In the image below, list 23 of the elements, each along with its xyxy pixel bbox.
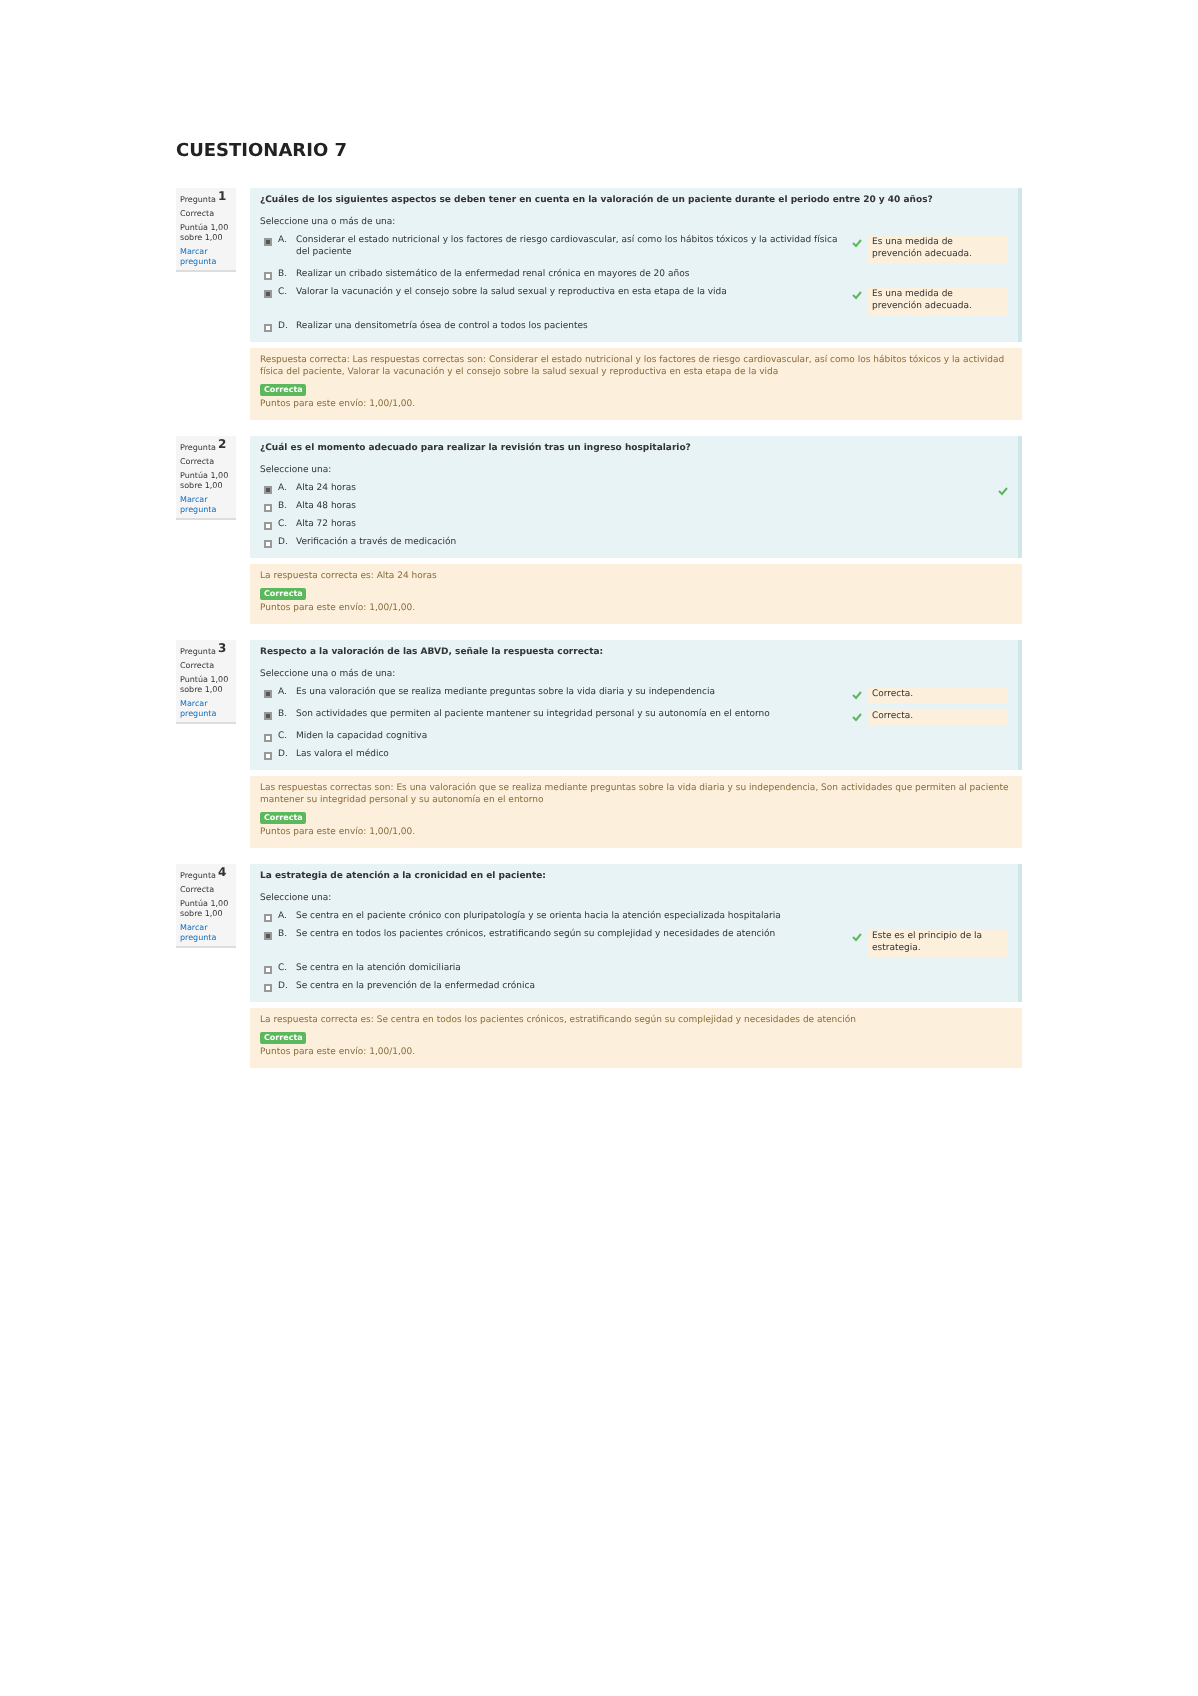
option-checkbox[interactable]	[264, 689, 272, 697]
page-title: CUESTIONARIO 7	[176, 140, 350, 166]
option-checkbox[interactable]	[264, 751, 272, 759]
check-icon	[852, 289, 862, 299]
option-checkbox[interactable]	[264, 485, 272, 493]
option-checkbox[interactable]	[264, 983, 272, 991]
option-checkbox[interactable]	[264, 289, 272, 297]
option-checkbox[interactable]	[264, 913, 272, 921]
option-checkbox[interactable]	[264, 323, 272, 331]
option-checkbox[interactable]	[264, 503, 272, 511]
option-checkbox[interactable]	[264, 521, 272, 529]
check-icon	[998, 485, 1008, 495]
option-checkbox[interactable]	[264, 271, 272, 279]
check-icon	[852, 689, 862, 699]
option-checkbox[interactable]	[264, 931, 272, 939]
option-checkbox[interactable]	[264, 965, 272, 973]
check-icon	[852, 711, 862, 721]
option-checkbox[interactable]	[264, 237, 272, 245]
option-checkbox[interactable]	[264, 733, 272, 741]
option-checkbox[interactable]	[264, 539, 272, 547]
check-icon	[852, 931, 862, 941]
option-checkbox[interactable]	[264, 711, 272, 719]
check-icon	[852, 237, 862, 247]
